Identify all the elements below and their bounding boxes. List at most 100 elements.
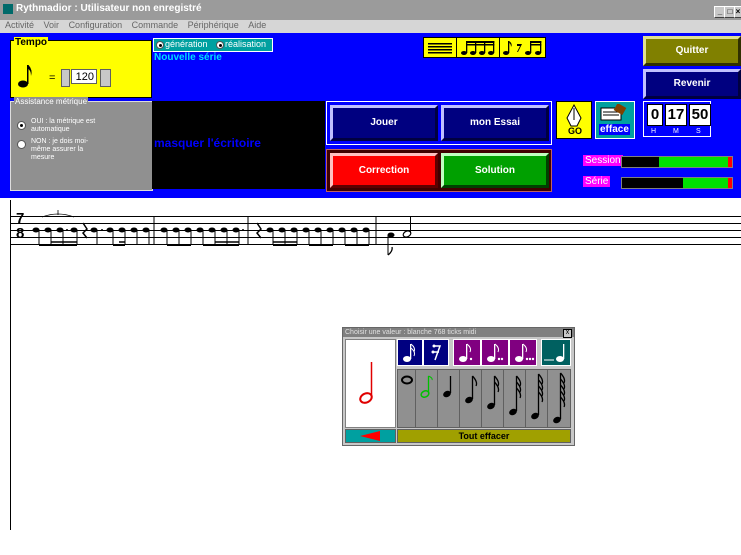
sixteenth-note-icon bbox=[403, 343, 416, 362]
session-progress-bar bbox=[621, 156, 733, 168]
radio-generation[interactable] bbox=[156, 41, 164, 49]
eighth-note-stem-icon bbox=[465, 375, 478, 404]
option-tied-note[interactable] bbox=[541, 339, 571, 366]
tied-half-note-icon bbox=[544, 344, 565, 362]
metric-label: Assistance métrique bbox=[14, 97, 89, 106]
menu-bar: Activité Voir Configuration Commande Pér… bbox=[0, 20, 741, 33]
quitter-button[interactable]: Quitter bbox=[643, 36, 741, 66]
sixty-fourth-note-icon bbox=[531, 373, 544, 420]
dialog-title: Choisir une valeur : blanche 768 ticks m… bbox=[345, 329, 477, 336]
radio-realisation[interactable] bbox=[216, 41, 224, 49]
option-hundred-twenty-eighth-note[interactable] bbox=[548, 370, 570, 427]
note-preview bbox=[345, 339, 396, 428]
serie-label: Série bbox=[583, 176, 611, 187]
timer-s-label: S bbox=[696, 128, 701, 135]
serie-progress-end bbox=[728, 178, 732, 188]
thirty-second-note-icon bbox=[509, 375, 522, 416]
sixteenth-rest-icon bbox=[431, 344, 442, 361]
menu-peripherique[interactable]: Périphérique bbox=[186, 20, 241, 30]
non-label: NON : je dois moi-même assurer la mesure bbox=[31, 138, 89, 161]
option-half-note[interactable] bbox=[416, 370, 438, 427]
sixteenth-flag-icon bbox=[487, 375, 500, 410]
option-dotted-sixteenth-a[interactable] bbox=[453, 339, 481, 366]
option-whole-note[interactable] bbox=[398, 370, 416, 427]
option-dotted-sixteenth-c[interactable] bbox=[509, 339, 537, 366]
mode-selector: génération réalisation bbox=[153, 38, 273, 52]
jouer-button[interactable]: Jouer bbox=[330, 105, 438, 141]
menu-activite[interactable]: Activité bbox=[3, 20, 36, 30]
four-sixteenth-notes-icon bbox=[461, 41, 495, 55]
option-quarter-note[interactable] bbox=[438, 370, 460, 427]
half-note-red-icon bbox=[359, 362, 373, 404]
lines-icon bbox=[428, 43, 452, 54]
tempo-input[interactable]: 120 bbox=[71, 69, 97, 84]
serie-progress-fill bbox=[683, 178, 728, 188]
serie-progress-bar bbox=[621, 177, 733, 189]
time-signature-top: 7 bbox=[16, 210, 25, 227]
whole-note-icon bbox=[401, 375, 413, 385]
title-bar: Rythmadior : Utilisateur non enregistré … bbox=[0, 0, 741, 20]
pattern-lines-button[interactable] bbox=[423, 37, 457, 58]
mon-essai-button[interactable]: mon Essai bbox=[441, 105, 549, 141]
radio-oui[interactable] bbox=[17, 121, 26, 130]
timer-m-label: M bbox=[673, 128, 679, 135]
menu-commande[interactable]: Commande bbox=[130, 20, 181, 30]
score-notation bbox=[32, 210, 377, 246]
tempo-panel: Tempo = 120 bbox=[10, 37, 152, 98]
dialog-title-bar: Choisir une valeur : blanche 768 ticks m… bbox=[343, 328, 574, 337]
hundred-twenty-eighth-note-icon bbox=[553, 372, 566, 424]
tempo-label: Tempo bbox=[14, 37, 49, 48]
tempo-spin-right[interactable] bbox=[100, 69, 111, 87]
correction-button[interactable]: Correction bbox=[330, 153, 438, 188]
option-sixteenth-rest[interactable] bbox=[423, 339, 449, 366]
half-note-icon bbox=[420, 375, 433, 398]
oui-label: OUI : la métrique est automatique bbox=[31, 118, 96, 133]
nouvelle-serie-label: Nouvelle série bbox=[154, 52, 222, 63]
option-sixteenth-flag-note[interactable] bbox=[482, 370, 504, 427]
left-arrow-icon bbox=[360, 431, 380, 441]
pattern-eighth-rest-button[interactable] bbox=[499, 37, 546, 58]
score-left-border bbox=[10, 200, 11, 530]
option-sixty-fourth-note[interactable] bbox=[526, 370, 548, 427]
option-eighth-note[interactable] bbox=[460, 370, 482, 427]
option-thirty-second-note[interactable] bbox=[504, 370, 526, 427]
double-dotted-note-icon bbox=[515, 343, 535, 362]
pen-nib-icon bbox=[566, 104, 582, 127]
solution-button[interactable]: Solution bbox=[441, 153, 549, 188]
efface-button[interactable]: efface bbox=[595, 101, 635, 139]
timer-minutes: 17 bbox=[665, 104, 687, 126]
option-dotted-sixteenth-b[interactable] bbox=[481, 339, 509, 366]
session-label: Session bbox=[583, 155, 623, 166]
writing-panel[interactable]: masquer l'écritoire bbox=[152, 101, 325, 189]
menu-configuration[interactable]: Configuration bbox=[67, 20, 125, 30]
pattern-four-sixteenths-button[interactable] bbox=[456, 37, 500, 58]
efface-label: efface bbox=[599, 124, 630, 135]
time-signature-bottom: 8 bbox=[16, 225, 25, 242]
tempo-spin-left[interactable] bbox=[61, 69, 70, 87]
menu-aide[interactable]: Aide bbox=[246, 20, 268, 30]
quarter-note-icon bbox=[443, 376, 452, 398]
masquer-ecritoire-label[interactable]: masquer l'écritoire bbox=[154, 136, 261, 150]
timer-seconds: 50 bbox=[689, 104, 711, 126]
close-window-button[interactable]: × bbox=[734, 6, 741, 18]
realisation-label: réalisation bbox=[225, 39, 267, 49]
timer-hours: 0 bbox=[647, 104, 663, 126]
window-title: Rythmadior : Utilisateur non enregistré bbox=[16, 3, 202, 14]
option-sixteenth-note[interactable] bbox=[397, 339, 423, 366]
radio-non[interactable] bbox=[17, 140, 26, 149]
score-last-notes bbox=[387, 217, 412, 256]
go-button[interactable]: GO bbox=[556, 101, 592, 139]
generation-label: génération bbox=[165, 39, 208, 49]
menu-voir[interactable]: Voir bbox=[42, 20, 62, 30]
go-label: GO bbox=[568, 126, 583, 136]
tout-effacer-button[interactable]: Tout effacer bbox=[397, 429, 571, 443]
back-arrow-button[interactable] bbox=[345, 429, 396, 443]
app-icon bbox=[3, 4, 13, 14]
note-value-dialog: Choisir une valeur : blanche 768 ticks m… bbox=[342, 327, 575, 446]
metric-assistance-panel: Assistance métrique OUI : la métrique es… bbox=[10, 97, 153, 191]
dialog-close-button[interactable]: x bbox=[563, 329, 572, 338]
session-progress-end bbox=[728, 157, 732, 167]
eighth-note-icon bbox=[18, 65, 32, 88]
session-progress-fill bbox=[659, 157, 728, 167]
revenir-button[interactable]: Revenir bbox=[643, 69, 741, 99]
